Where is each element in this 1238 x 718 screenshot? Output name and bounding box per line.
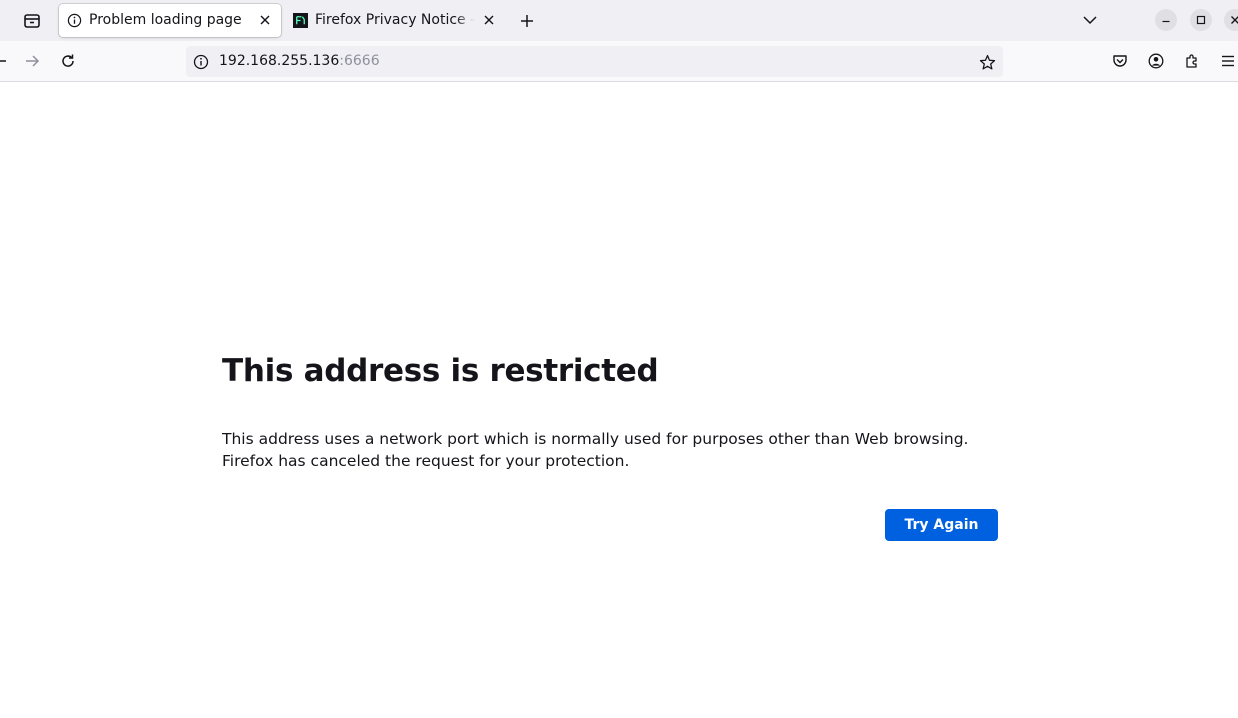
- url-text[interactable]: 192.168.255.136:6666: [219, 53, 380, 70]
- extensions-icon: [1186, 54, 1197, 68]
- maximize-icon: [1196, 15, 1206, 25]
- maximize-button[interactable]: [1190, 9, 1212, 31]
- account-icon: [1148, 53, 1164, 69]
- back-arrow-icon: [0, 60, 6, 62]
- tab-title: Firefox Privacy Notice — Mozilla: [315, 12, 475, 28]
- plus-icon: [521, 15, 533, 27]
- url-host: 192.168.255.136: [219, 53, 340, 69]
- address-bar[interactable]: 192.168.255.136:6666: [186, 46, 1003, 77]
- forward-button[interactable]: [18, 47, 46, 75]
- close-icon[interactable]: [257, 12, 273, 28]
- chevron-down-icon: [1083, 16, 1097, 25]
- back-button[interactable]: [0, 47, 14, 75]
- reload-button[interactable]: [54, 47, 82, 75]
- forward-arrow-icon: [26, 55, 40, 67]
- star-icon: [979, 54, 995, 70]
- tab-title: Problem loading page: [89, 12, 242, 28]
- info-icon[interactable]: [192, 53, 209, 70]
- hamburger-menu-icon: [1222, 55, 1234, 67]
- error-title: This address is restricted: [222, 353, 659, 389]
- info-icon: [67, 13, 82, 28]
- pocket-button[interactable]: [1106, 47, 1134, 75]
- new-tab-button[interactable]: [514, 8, 540, 34]
- tab-firefox-privacy[interactable]: Firefox Privacy Notice — Mozilla: [285, 4, 505, 37]
- close-icon[interactable]: [481, 12, 497, 28]
- tab-list-icon: [24, 14, 40, 28]
- url-port: :6666: [339, 53, 380, 69]
- bookmark-star-button[interactable]: [977, 52, 997, 72]
- try-again-button[interactable]: Try Again: [885, 509, 998, 541]
- pocket-icon: [1113, 55, 1127, 67]
- tab-problem-loading[interactable]: Problem loading page: [59, 4, 281, 37]
- reload-icon: [62, 54, 74, 67]
- error-description-line-2: Firefox has canceled the request for you…: [222, 452, 630, 470]
- mozilla-logo-icon: [293, 13, 308, 28]
- minimize-icon: [1162, 20, 1170, 23]
- firefox-view-button[interactable]: [18, 8, 46, 34]
- list-all-tabs-button[interactable]: [1076, 8, 1104, 32]
- account-button[interactable]: [1142, 47, 1170, 75]
- window-close-button[interactable]: [1224, 9, 1238, 31]
- extensions-button[interactable]: [1178, 47, 1206, 75]
- window-close-icon: [1231, 16, 1238, 24]
- navigation-toolbar: 192.168.255.136:6666: [0, 41, 1238, 82]
- tab-strip: Problem loading page Firefox Privacy Not…: [0, 0, 1238, 41]
- open-menu-button[interactable]: [1214, 47, 1238, 75]
- error-description-line-1: This address uses a network port which i…: [222, 430, 969, 448]
- error-page: This address is restricted This address …: [0, 83, 1238, 718]
- error-description: This address uses a network port which i…: [222, 428, 1002, 472]
- minimize-button[interactable]: [1155, 9, 1177, 31]
